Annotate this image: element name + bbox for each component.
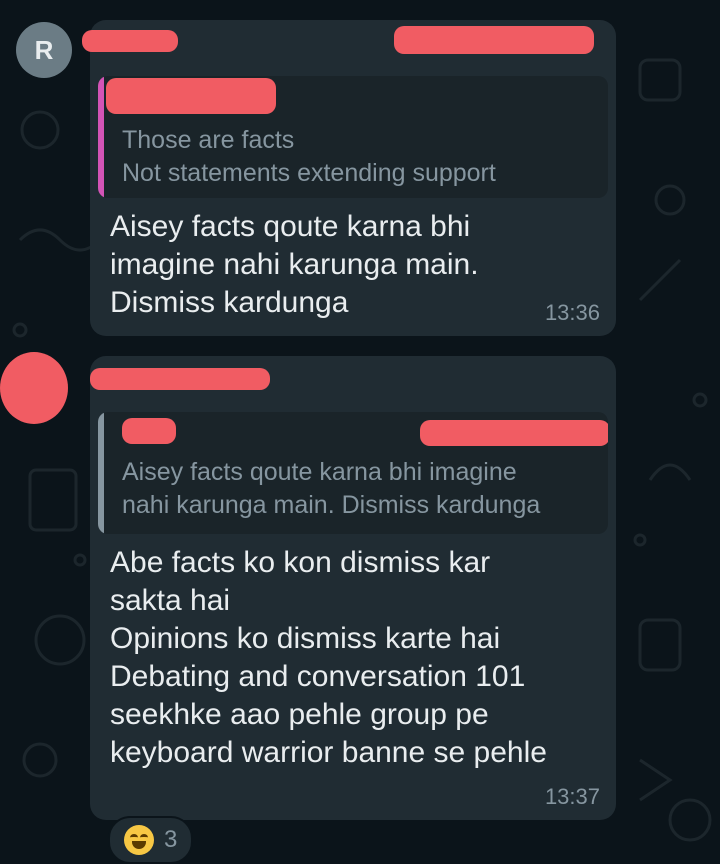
quote-accent-bar <box>98 412 104 534</box>
avatar-initial: R <box>34 34 54 65</box>
message-bubble[interactable]: Aisey facts qoute karna bhi imagine nahi… <box>90 356 616 820</box>
quote-accent-bar <box>98 76 104 198</box>
redacted-sender-avatar[interactable] <box>0 352 68 424</box>
quoted-message[interactable]: Aisey facts qoute karna bhi imagine nahi… <box>98 412 608 534</box>
message-timestamp: 13:36 <box>544 300 600 325</box>
message-text: Aisey facts qoute karna bhi imagine nahi… <box>110 210 479 319</box>
redacted-quoted-sender <box>122 418 176 444</box>
redacted-quoted-phone <box>420 420 608 446</box>
laughing-tears-emoji-icon <box>124 825 154 855</box>
reaction-badge[interactable]: 3 <box>108 816 194 864</box>
message-bubble[interactable]: Those are facts Not statements extending… <box>82 20 616 336</box>
quoted-text: Aisey facts qoute karna bhi imagine nahi… <box>122 458 541 519</box>
quoted-message[interactable]: Those are facts Not statements extending… <box>98 76 608 198</box>
message-text: Abe facts ko kon dismiss kar sakta hai O… <box>110 546 547 769</box>
redacted-sender-name <box>90 368 270 390</box>
quoted-text: Those are facts Not statements extending… <box>122 126 496 187</box>
message-timestamp: 13:37 <box>544 784 600 809</box>
redacted-phone-number <box>394 26 594 54</box>
redacted-sender-name <box>82 30 178 52</box>
reaction-count: 3 <box>164 826 178 853</box>
redacted-quoted-sender <box>106 78 276 114</box>
sender-avatar[interactable]: R <box>16 22 72 78</box>
